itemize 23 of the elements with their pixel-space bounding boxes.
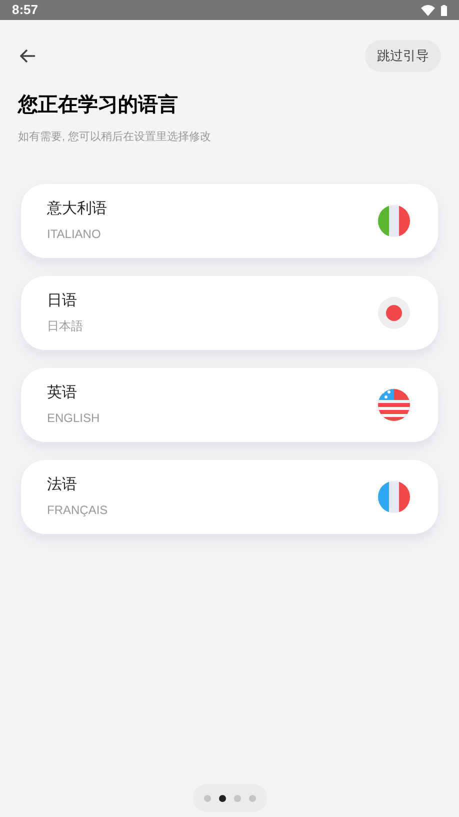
language-native-name: ITALIANO: [47, 226, 102, 243]
wifi-icon: [421, 4, 435, 16]
page-subtitle: 如有需要, 您可以稍后在设置里选择修改: [17, 130, 212, 145]
language-native-name: ENGLISH: [47, 410, 100, 427]
language-card[interactable]: 意大利语 ITALIANO: [21, 184, 438, 258]
page-title: 您正在学习的语言: [16, 92, 179, 118]
american-flag-icon: [377, 388, 411, 422]
italian-flag-icon: [377, 204, 411, 238]
language-card[interactable]: 法语 FRANÇAIS: [21, 460, 438, 534]
japanese-flag-icon: [377, 296, 411, 330]
language-native-name: FRANÇAIS: [47, 502, 108, 519]
back-arrow-icon: [20, 49, 36, 63]
language-name: 英语: [47, 383, 78, 404]
language-card[interactable]: 日语 日本語: [21, 276, 438, 350]
french-flag-icon: [377, 480, 411, 514]
status-time: 8:57: [12, 1, 38, 20]
language-name: 法语: [47, 475, 78, 496]
language-name: 意大利语: [47, 199, 107, 220]
language-name: 日语: [47, 291, 78, 312]
language-native-name: 日本語: [47, 318, 83, 335]
language-card[interactable]: 英语 ENGLISH: [21, 368, 438, 442]
skip-guide-button[interactable]: 跳过引导: [365, 40, 441, 72]
battery-icon: [441, 4, 447, 16]
